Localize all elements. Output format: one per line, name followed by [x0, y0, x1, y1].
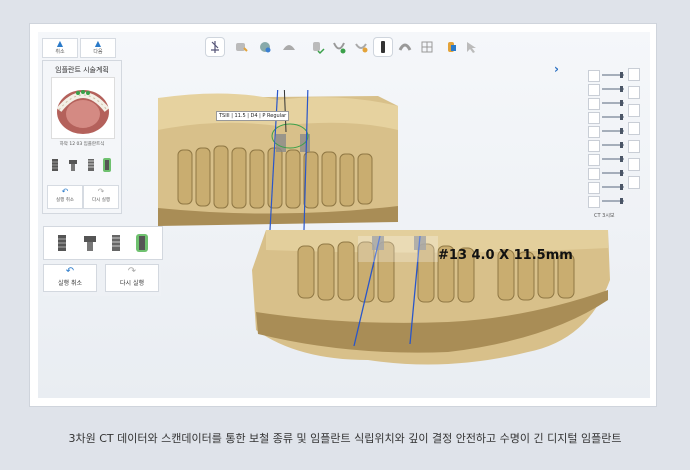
tooth-grid-icon[interactable] — [418, 38, 436, 56]
zoomed-tool-panel: ↶ 실행 취소 ↷ 다시 실행 — [43, 226, 163, 296]
abutment-type-icon[interactable] — [82, 233, 98, 253]
layer-icon[interactable] — [628, 176, 640, 189]
redo-nav-label: 다음 — [93, 49, 103, 55]
undo-nav-button[interactable]: ▲ 취소 — [42, 38, 78, 58]
cursor-tool-icon[interactable] — [462, 38, 480, 56]
sphere-icon[interactable] — [256, 38, 274, 56]
redo-button-zoomed[interactable]: ↷ 다시 실행 — [105, 264, 159, 292]
arch-icon[interactable] — [396, 38, 414, 56]
implant-planning-app: ▲ 취소 ▲ 다음 임플란트 시술계획 하악 12 03 임플란트식 ↶ 실행 … — [38, 32, 650, 398]
toggle-square[interactable] — [588, 70, 600, 82]
redo-nav-button[interactable]: ▲ 다음 — [80, 38, 116, 58]
arrow-up-icon: ▲ — [94, 39, 102, 48]
arrow-up-icon: ▲ — [56, 39, 64, 48]
implant-plan-panel: 임플란트 시술계획 하악 12 03 임플란트식 ↶ 실행 취소 ↷ 다시 실행 — [42, 60, 122, 214]
undo-arrow-icon: ↶ — [61, 187, 69, 196]
layer-icon[interactable] — [628, 140, 640, 153]
implant-type-icon[interactable] — [54, 233, 70, 253]
tooth-green-icon[interactable] — [330, 38, 348, 56]
implant-size-label: #13 4.0 X 11.5mm — [438, 248, 573, 263]
implant-selected-icon[interactable] — [134, 233, 150, 253]
crown-icon[interactable] — [232, 38, 250, 56]
panel-title: 임플란트 시술계획 — [55, 66, 109, 74]
layer-icon[interactable] — [628, 86, 640, 99]
undo-nav-label: 취소 — [55, 49, 65, 55]
dome-icon[interactable] — [280, 38, 298, 56]
hand-tool-icon[interactable] — [442, 38, 460, 56]
undo-label: 실행 취소 — [56, 198, 74, 203]
undo-button[interactable]: ↶ 실행 취소 — [47, 185, 83, 209]
implant-type-icon[interactable] — [49, 157, 61, 173]
implant-type-row-zoomed — [43, 226, 163, 260]
redo-button[interactable]: ↷ 다시 실행 — [83, 185, 119, 209]
layer-icon[interactable] — [628, 104, 640, 117]
tooth-check-icon[interactable] — [308, 38, 326, 56]
redo-arrow-icon: ↷ — [127, 266, 137, 277]
tooth-half-icon[interactable] — [352, 38, 370, 56]
layer-icon[interactable] — [628, 122, 640, 135]
abutment-type-icon[interactable] — [67, 157, 79, 173]
redo-arrow-icon: ↷ — [97, 187, 105, 196]
implant-info-tag[interactable]: TSIII | 11.5 | D4 | P Regular — [216, 111, 290, 121]
figure-caption: 3차원 CT 데이터와 스캔데이터를 통한 보철 종류 및 임플란트 식립위치와… — [68, 432, 622, 445]
implant-type-row — [49, 157, 115, 173]
collapse-chevron-icon[interactable]: › — [554, 62, 559, 76]
layer-icon[interactable] — [628, 68, 640, 81]
dental-3d-viewport[interactable] — [148, 79, 618, 396]
undo-button-zoomed[interactable]: ↶ 실행 취소 — [43, 264, 97, 292]
redo-label: 다시 실행 — [92, 198, 110, 203]
undo-label: 실행 취소 — [58, 280, 82, 287]
jaw-preview-image[interactable] — [51, 77, 115, 139]
screw-type-icon[interactable] — [108, 233, 124, 253]
jaw-caption: 하악 12 03 임플란트식 — [59, 142, 105, 147]
redo-label: 다시 실행 — [120, 280, 144, 287]
top-toolbar — [206, 36, 480, 58]
implant-selected-icon[interactable] — [101, 157, 113, 173]
screw-type-icon[interactable] — [85, 157, 97, 173]
layer-icon[interactable] — [628, 158, 640, 171]
undo-arrow-icon: ↶ — [65, 266, 75, 277]
implant-tool-icon[interactable] — [206, 38, 224, 56]
bar-tooth-icon[interactable] — [374, 38, 392, 56]
